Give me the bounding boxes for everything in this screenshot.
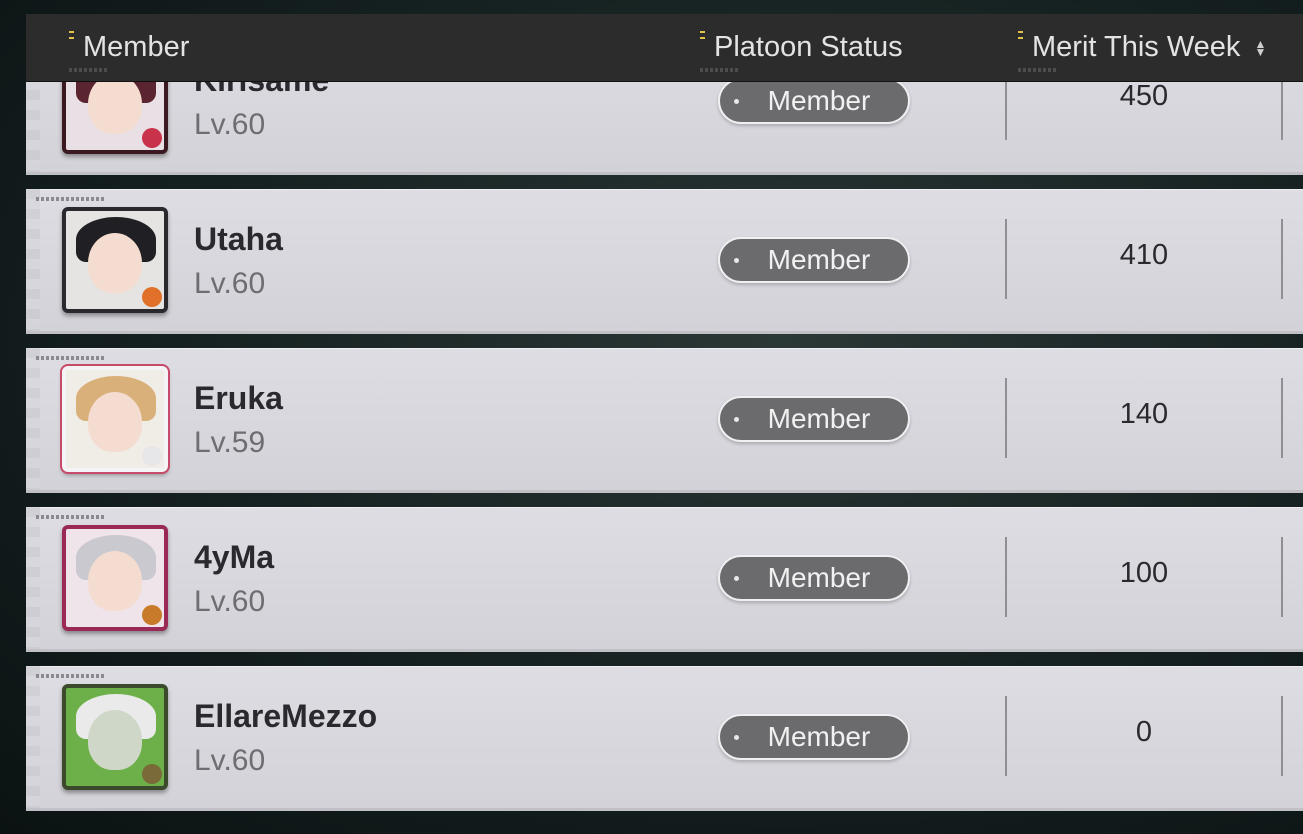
avatar-badge-icon bbox=[142, 287, 162, 307]
member-name: Eruka bbox=[194, 380, 283, 416]
column-divider bbox=[1281, 696, 1283, 776]
column-divider bbox=[1281, 219, 1283, 299]
member-avatar[interactable] bbox=[62, 684, 168, 790]
column-header-status-label: Platoon Status bbox=[714, 31, 903, 63]
member-row[interactable]: 4yMa Lv.60 Member 100 bbox=[26, 507, 1303, 652]
column-header-member[interactable]: Member bbox=[69, 14, 190, 81]
avatar-badge-icon bbox=[142, 446, 162, 466]
member-name: EllareMezzo bbox=[194, 698, 378, 734]
status-dot-icon bbox=[734, 258, 739, 263]
platoon-status-label: Member bbox=[767, 562, 871, 593]
column-header-member-label: Member bbox=[83, 31, 190, 63]
column-header-merit-this-week[interactable]: Merit This Week ▲ ▼ bbox=[1018, 14, 1266, 81]
header-deco bbox=[1018, 68, 1058, 72]
status-dot-icon bbox=[734, 99, 739, 104]
member-row[interactable]: Utaha Lv.60 Member 410 bbox=[26, 189, 1303, 334]
avatar-badge-icon bbox=[142, 128, 162, 148]
avatar-face bbox=[88, 710, 142, 770]
row-edge-deco bbox=[26, 666, 40, 808]
header-marker-icon bbox=[1018, 31, 1023, 39]
row-edge-deco bbox=[26, 507, 40, 649]
member-avatar[interactable] bbox=[62, 207, 168, 313]
merit-value: 410 bbox=[1119, 239, 1169, 271]
member-level: Lv.60 bbox=[194, 744, 266, 777]
merit-value: 0 bbox=[1135, 716, 1153, 748]
avatar-face bbox=[88, 551, 142, 611]
status-dot-icon bbox=[734, 735, 739, 740]
platoon-status-badge: Member bbox=[718, 396, 910, 442]
header-marker-icon bbox=[69, 31, 74, 39]
sort-arrows-icon[interactable]: ▲ ▼ bbox=[1254, 38, 1266, 58]
avatar-face bbox=[88, 233, 142, 293]
row-tag-deco bbox=[36, 197, 106, 201]
row-edge-deco bbox=[26, 348, 40, 490]
member-level: Lv.60 bbox=[194, 108, 266, 141]
member-avatar[interactable] bbox=[62, 525, 168, 631]
row-tag-deco bbox=[36, 356, 106, 360]
avatar-face bbox=[88, 74, 142, 134]
platoon-status-badge: Member bbox=[718, 237, 910, 283]
column-header-platoon-status[interactable]: Platoon Status bbox=[700, 14, 903, 81]
member-level: Lv.59 bbox=[194, 426, 266, 459]
merit-value: 140 bbox=[1119, 398, 1169, 430]
avatar-badge-icon bbox=[142, 764, 162, 784]
platoon-status-badge: Member bbox=[718, 555, 910, 601]
header-deco bbox=[69, 68, 109, 72]
avatar-badge-icon bbox=[142, 605, 162, 625]
member-name: Utaha bbox=[194, 221, 283, 257]
member-level: Lv.60 bbox=[194, 267, 266, 300]
column-divider bbox=[1281, 537, 1283, 617]
merit-value: 100 bbox=[1119, 557, 1169, 589]
member-level: Lv.60 bbox=[194, 585, 266, 618]
merit-value: 450 bbox=[1119, 80, 1169, 112]
column-divider bbox=[1281, 378, 1283, 458]
row-tag-deco bbox=[36, 674, 106, 678]
member-list-header: Member Platoon Status Merit This Week ▲ ▼ bbox=[26, 14, 1303, 82]
member-row[interactable]: Eruka Lv.59 Member 140 bbox=[26, 348, 1303, 493]
header-marker-icon bbox=[700, 31, 705, 39]
member-row[interactable]: EllareMezzo Lv.60 Member 0 bbox=[26, 666, 1303, 811]
platoon-status-label: Member bbox=[767, 721, 871, 752]
member-name: 4yMa bbox=[194, 539, 275, 575]
header-deco bbox=[700, 68, 740, 72]
platoon-status-label: Member bbox=[767, 85, 871, 116]
platoon-status-label: Member bbox=[767, 244, 871, 275]
status-dot-icon bbox=[734, 417, 739, 422]
status-dot-icon bbox=[734, 576, 739, 581]
column-header-merit-label: Merit This Week bbox=[1032, 31, 1241, 63]
platoon-status-badge: Member bbox=[718, 78, 910, 124]
row-edge-deco bbox=[26, 189, 40, 331]
member-avatar[interactable] bbox=[60, 364, 170, 474]
platoon-status-label: Member bbox=[767, 403, 871, 434]
platoon-status-badge: Member bbox=[718, 714, 910, 760]
row-tag-deco bbox=[36, 515, 106, 519]
avatar-face bbox=[88, 392, 142, 452]
